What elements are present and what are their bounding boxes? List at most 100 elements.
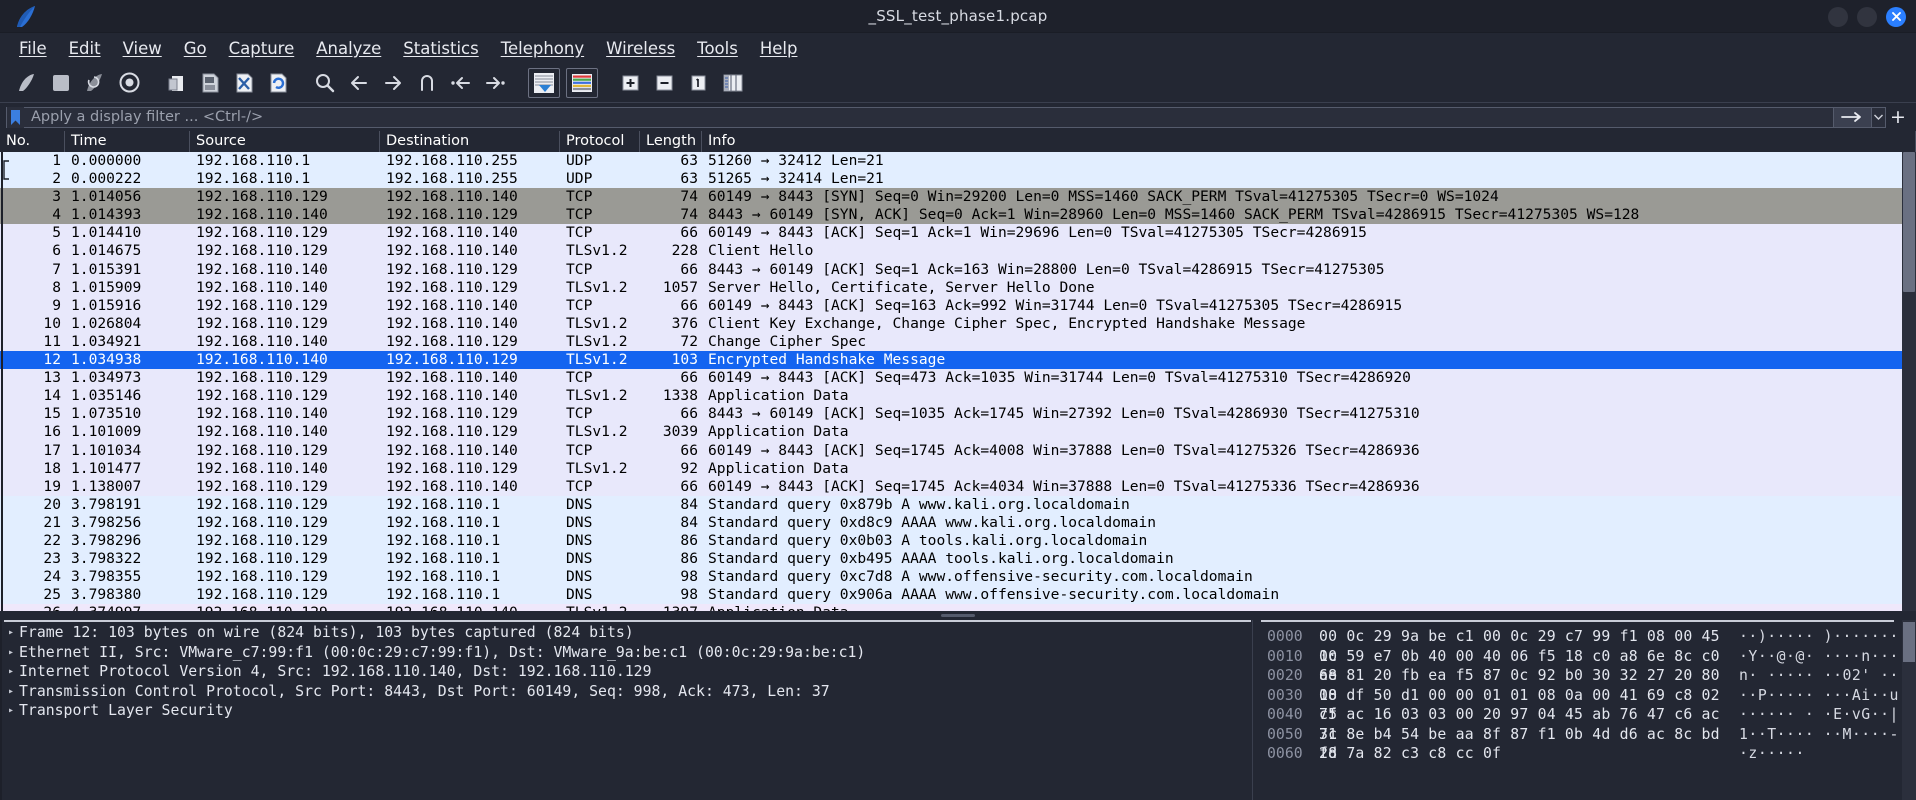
column-header-source[interactable]: Source [190,131,380,152]
hex-dump-row[interactable]: 0010 00 59 e7 0b 40 00 40 06 f5 18 c0 a8 … [1253,647,1916,685]
apply-filter-button[interactable] [1834,106,1872,128]
close-file-button[interactable] [227,67,261,99]
menu-file[interactable]: File [8,36,58,61]
column-header-info[interactable]: Info [702,131,1916,152]
bytes-pane-scrollbar[interactable] [1902,620,1916,800]
packet-row[interactable]: 22 3.798296 192.168.110.129 192.168.110.1 DN… [0,531,1916,551]
packet-row[interactable]: 4 1.014393 192.168.110.140 192.168.110.129 T… [0,206,1916,225]
expand-triangle-icon[interactable]: ▸ [3,682,19,702]
hex-dump-row[interactable]: 0050 31 8e b4 54 be aa 8f 87 f1 0b 4d d6 … [1253,725,1916,763]
packet-row[interactable]: 2 0.000222 192.168.110.1 192.168.110.255 UDP… [0,170,1916,189]
menu-wireless[interactable]: Wireless [595,36,686,61]
bookmark-icon[interactable] [7,106,24,128]
detail-row[interactable]: ▸ Internet Protocol Version 4, Src: 192.1… [0,662,1253,682]
hex-dump-row[interactable]: 0060 f8 7a 82 c3 c8 cc 0f ·z····· [1253,744,1916,764]
detail-row[interactable]: ▸ Ethernet II, Src: VMware_c7:99:f1 (00:0… [0,643,1253,663]
packet-row[interactable]: 264.374997192.168.110.129192.168.110.140… [0,604,1916,611]
packet-row[interactable]: 21 3.798256 192.168.110.129 192.168.110.1 DN… [0,513,1916,532]
menu-edit[interactable]: Edit [58,36,112,61]
column-header-length[interactable]: Length [640,131,702,152]
hex-dump-rows[interactable]: 0000 00 0c 29 9a be c1 00 0c 29 c7 99 f1 … [1253,623,1916,764]
packet-row[interactable]: 13 1.034973 192.168.110.129 192.168.110.140… [0,369,1916,388]
expand-triangle-icon[interactable]: ▸ [3,701,19,721]
zoom-in-button[interactable] [614,67,648,99]
expand-triangle-icon[interactable]: ▸ [3,623,19,643]
packet-row[interactable]: 6 1.014675 192.168.110.129 192.168.110.140 T… [0,242,1916,261]
menu-view[interactable]: View [112,36,173,61]
packet-list-scrollbar-thumb[interactable] [1903,152,1915,292]
colorize-packets-button[interactable] [566,67,598,98]
find-packet-button[interactable] [308,67,342,99]
detail-row[interactable]: ▸ Frame 12: 103 bytes on wire (824 bits),… [0,623,1253,643]
column-header-time[interactable]: Time [65,131,190,152]
go-forward-button[interactable] [376,67,410,99]
zoom-out-button[interactable] [648,67,682,99]
hex-dump-row[interactable]: 0020 6e 81 20 fb ea f5 87 0c 92 b0 30 32 … [1253,666,1916,704]
packet-details-pane[interactable]: ▸ Frame 12: 103 bytes on wire (824 bits),… [0,620,1253,800]
packet-row[interactable]: 8 1.015909 192.168.110.140 192.168.110.129 T… [0,278,1916,297]
minimize-button[interactable] [1828,6,1848,27]
packet-row[interactable]: 7 1.015391 192.168.110.140 192.168.110.129 T… [0,260,1916,279]
open-file-button[interactable] [159,67,193,99]
packet-row[interactable]: 20 3.798191 192.168.110.129 192.168.110.1 DN… [0,495,1916,514]
normal-size-button[interactable] [682,67,716,99]
packet-row[interactable]: 25 3.798380 192.168.110.129 192.168.110.1 DN… [0,586,1916,605]
expand-triangle-icon[interactable]: ▸ [3,643,19,663]
close-button[interactable] [1886,6,1906,27]
maximize-button[interactable] [1857,6,1877,27]
packet-row[interactable]: 3 1.014056 192.168.110.129 192.168.110.140 T… [0,188,1916,207]
packet-bytes-pane[interactable]: 0000 00 0c 29 9a be c1 00 0c 29 c7 99 f1 … [1253,620,1916,800]
filter-history-dropdown[interactable] [1872,106,1886,128]
column-header-no[interactable]: No. [0,131,65,152]
hex-dump-row[interactable]: 0040 cf ac 16 03 03 00 20 97 04 45 ab 76 … [1253,705,1916,743]
capture-options-button[interactable] [112,67,146,99]
packet-row[interactable]: 12 1.034938 192.168.110.140 192.168.110.129… [0,351,1916,370]
menu-help[interactable]: Help [749,36,809,61]
menu-statistics[interactable]: Statistics [392,36,489,61]
reload-file-button[interactable] [261,67,295,99]
packet-details-tree[interactable]: ▸ Frame 12: 103 bytes on wire (824 bits),… [0,623,1253,721]
hex-dump-row[interactable]: 0000 00 0c 29 9a be c1 00 0c 29 c7 99 f1 … [1253,627,1916,665]
go-to-first-packet-button[interactable] [444,67,478,99]
bytes-pane-scrollbar-thumb[interactable] [1903,622,1915,662]
go-to-last-packet-button[interactable] [478,67,512,99]
restart-capture-button[interactable] [78,67,112,99]
pane-splitter[interactable] [0,611,1916,620]
packet-row[interactable]: 18 1.101477 192.168.110.140 192.168.110.129… [0,459,1916,478]
display-filter-input[interactable]: Apply a display filter ... <Ctrl-/> [6,106,1834,128]
packet-row[interactable]: 15 1.073510 192.168.110.140 192.168.110.129… [0,405,1916,424]
go-back-button[interactable] [342,67,376,99]
hex-dump-row[interactable]: 0030 00 df 50 d1 00 00 01 01 08 0a 00 41 … [1253,686,1916,724]
packet-row[interactable]: 11 1.034921 192.168.110.140 192.168.110.129… [0,332,1916,352]
packet-list-rows[interactable]: 1 0.000000 192.168.110.1 192.168.110.255 UDP… [0,152,1916,611]
menu-analyze[interactable]: Analyze [305,36,392,61]
packet-row[interactable]: 24 3.798355 192.168.110.129 192.168.110.1 DN… [0,568,1916,587]
menu-go[interactable]: Go [173,36,218,61]
packet-row[interactable]: 17 1.101034 192.168.110.129 192.168.110.140… [0,441,1916,460]
packet-row[interactable]: 10 1.026804 192.168.110.129 192.168.110.140… [0,314,1916,333]
packet-row[interactable]: 1 0.000000 192.168.110.1 192.168.110.255 UDP… [0,152,1916,171]
auto-scroll-button[interactable] [528,67,560,98]
stop-capture-button[interactable] [44,67,78,99]
packet-row[interactable]: 14 1.035146 192.168.110.129 192.168.110.140… [0,387,1916,406]
menu-tools[interactable]: Tools [686,36,749,61]
packet-row[interactable]: 9 1.015916 192.168.110.129 192.168.110.140 T… [0,296,1916,315]
go-to-packet-button[interactable] [410,67,444,99]
packet-row[interactable]: 23 3.798322 192.168.110.129 192.168.110.1 DN… [0,550,1916,569]
packet-list[interactable]: No. Time Source Destination Protocol Len… [0,131,1916,611]
start-capture-button[interactable] [10,67,44,99]
packet-row[interactable]: 16 1.101009 192.168.110.140 192.168.110.129… [0,423,1916,442]
packet-list-scrollbar[interactable] [1902,152,1916,611]
expand-triangle-icon[interactable]: ▸ [3,662,19,682]
column-header-protocol[interactable]: Protocol [560,131,640,152]
packet-row[interactable]: 5 1.014410 192.168.110.129 192.168.110.140 T… [0,224,1916,243]
column-header-destination[interactable]: Destination [380,131,560,152]
packet-row[interactable]: 19 1.138007 192.168.110.129 192.168.110.140… [0,477,1916,496]
add-filter-button[interactable]: + [1886,106,1910,128]
menu-telephony[interactable]: Telephony [490,36,595,61]
detail-row[interactable]: ▸ Transport Layer Security [0,701,1253,721]
resize-columns-button[interactable] [716,67,750,99]
menu-capture[interactable]: Capture [218,36,306,61]
detail-row[interactable]: ▸ Transmission Control Protocol, Src Port… [0,682,1253,702]
save-file-button[interactable] [193,67,227,99]
